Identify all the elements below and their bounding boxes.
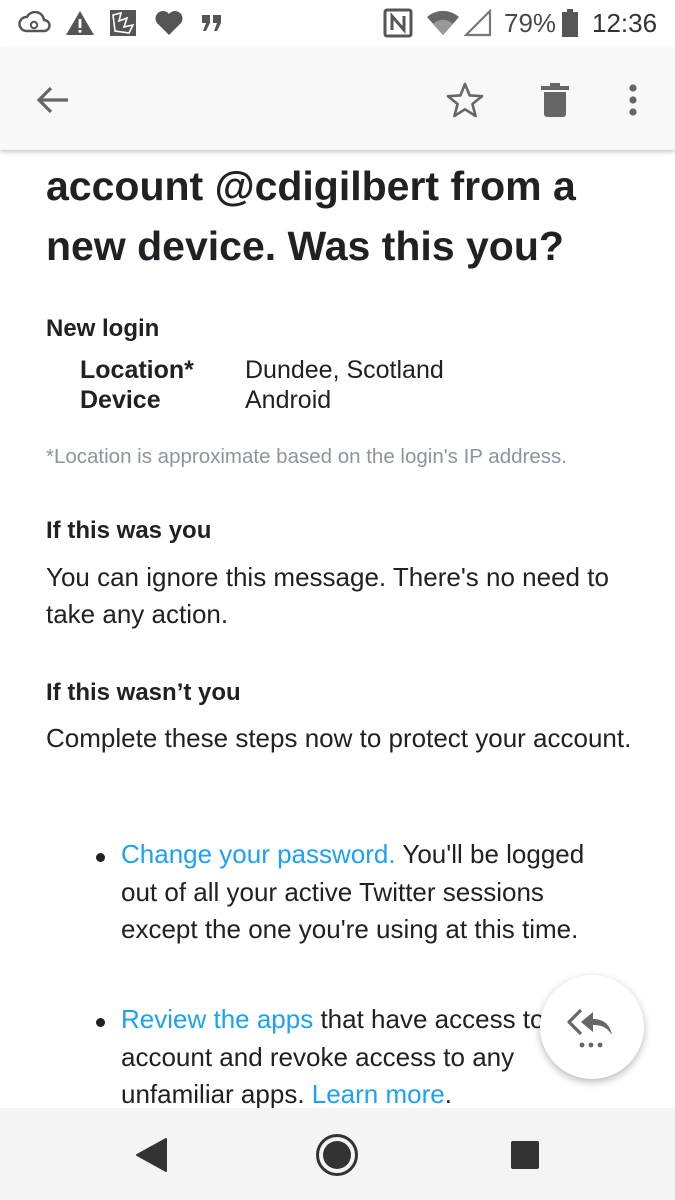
nav-back-icon [136,1138,167,1172]
nfc-icon [382,8,414,38]
warning-icon [64,8,96,38]
clock: 12:36 [592,8,658,38]
nav-home-icon [316,1134,358,1176]
nav-back-button[interactable] [126,1130,176,1180]
nav-home-button[interactable] [312,1130,362,1180]
learn-more-link[interactable]: Learn more [312,1079,445,1108]
nav-recents-button[interactable] [500,1130,550,1180]
back-arrow-icon [36,86,68,114]
location-label: Location* [80,356,194,384]
was-you-heading: If this was you [46,517,212,544]
quote-icon [200,8,224,38]
heart-icon [153,8,185,38]
back-button[interactable] [25,72,81,128]
wasnt-you-heading: If this wasn’t you [46,679,241,706]
email-title: account @cdigilbert from a new device. W… [46,163,576,269]
more-vert-icon [629,84,637,116]
was-you-text: You can ignore this message. There's no … [46,562,609,629]
email-toolbar [0,48,675,150]
email-body: account @cdigilbert from a new device. W… [0,150,675,1108]
system-nav-bar [0,1108,675,1200]
battery-percent: 79% [504,8,557,38]
reply-all-button[interactable] [540,975,644,1079]
new-login-heading: New login [46,315,160,342]
star-icon [446,82,484,118]
location-value: Dundee, Scotland [245,356,444,384]
app-notification-icon [108,8,138,38]
delete-button[interactable] [527,72,583,128]
review-apps-link[interactable]: Review the apps [121,1004,313,1034]
signal-icon [463,8,493,38]
star-button[interactable] [437,72,493,128]
device-value: Android [245,386,332,414]
status-bar: 79% 12:36 [0,0,675,48]
nav-recents-icon [511,1141,539,1169]
step-change-password: Change your password. You'll be logged o… [121,836,621,949]
wifi-icon [426,8,460,38]
cloud-sync-icon [16,8,52,38]
device-label: Device [80,386,161,414]
more-options-button[interactable] [605,72,661,128]
reply-all-icon [567,1008,612,1048]
delete-icon [541,83,569,117]
bullet-dot [96,1018,105,1027]
wasnt-you-text: Complete these steps now to protect your… [46,723,632,753]
battery-icon [561,8,579,38]
location-note: *Location is approximate based on the lo… [46,445,567,468]
bullet-dot [96,853,105,862]
change-password-link[interactable]: Change your password. [121,839,396,869]
step-text-tail: . [444,1079,452,1108]
